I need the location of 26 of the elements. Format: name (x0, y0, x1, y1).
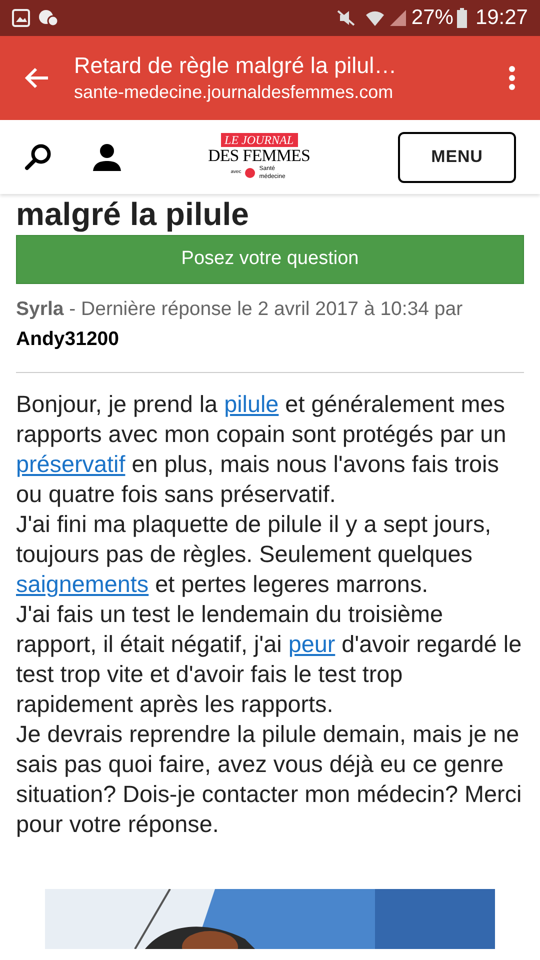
signal-icon (389, 9, 408, 27)
page-url: sante-medecine.journaldesfemmes.com (74, 81, 394, 104)
text-link[interactable]: peur (288, 631, 336, 657)
search-icon[interactable] (24, 143, 52, 171)
post-paragraph: J'ai fais un test le lendemain du troisième rapport, il était négatif, j'ai peur d'avoir regardé le test trop vite et d'avoir fais le test trop rapidement après les rapports. (16, 600, 523, 719)
ask-question-button[interactable]: Posez votre question (16, 235, 524, 284)
text-link[interactable]: préservatif (16, 451, 126, 477)
battery-percent: 27% (411, 5, 454, 32)
image-icon (12, 9, 30, 27)
user-icon[interactable] (92, 143, 122, 171)
battery-icon (457, 8, 468, 28)
post-paragraph: Je devrais reprendre la pilule demain, mais je ne sais pas quoi faire, avez vous déjà eu ce genre situation? Dois-je contacter mon médecin? Merci pour votre réponse. (16, 720, 523, 839)
page-title: Retard de règle malgré la pilul… (74, 52, 398, 80)
post-paragraph: Bonjour, je prend la pilule et généralement mes rapports avec mon copain sont protégés par un préservatif en plus, mais nous l'avons fais trois ou quatre fois sans préservatif. (16, 390, 508, 509)
notification-icon (38, 9, 58, 27)
overflow-menu-icon[interactable] (508, 65, 516, 91)
wifi-icon (365, 9, 386, 27)
post-meta: Syrla - Dernière réponse le 2 avril 2017 à 10:34 par Andy31200 (16, 297, 464, 352)
mute-icon (335, 9, 358, 27)
text-link[interactable]: saignements (16, 571, 149, 597)
menu-button[interactable]: MENU (398, 132, 516, 182)
text-link[interactable]: pilule (224, 391, 279, 417)
article-heading: malgré la pilule (16, 196, 250, 232)
clock: 19:27 (475, 5, 528, 32)
back-arrow-icon[interactable] (24, 66, 50, 90)
post-paragraph: J'ai fini ma plaquette de pilule il y a sept jours, toujours pas de règles. Seulement quelques saignements et pertes legeres marrons. (16, 510, 492, 599)
